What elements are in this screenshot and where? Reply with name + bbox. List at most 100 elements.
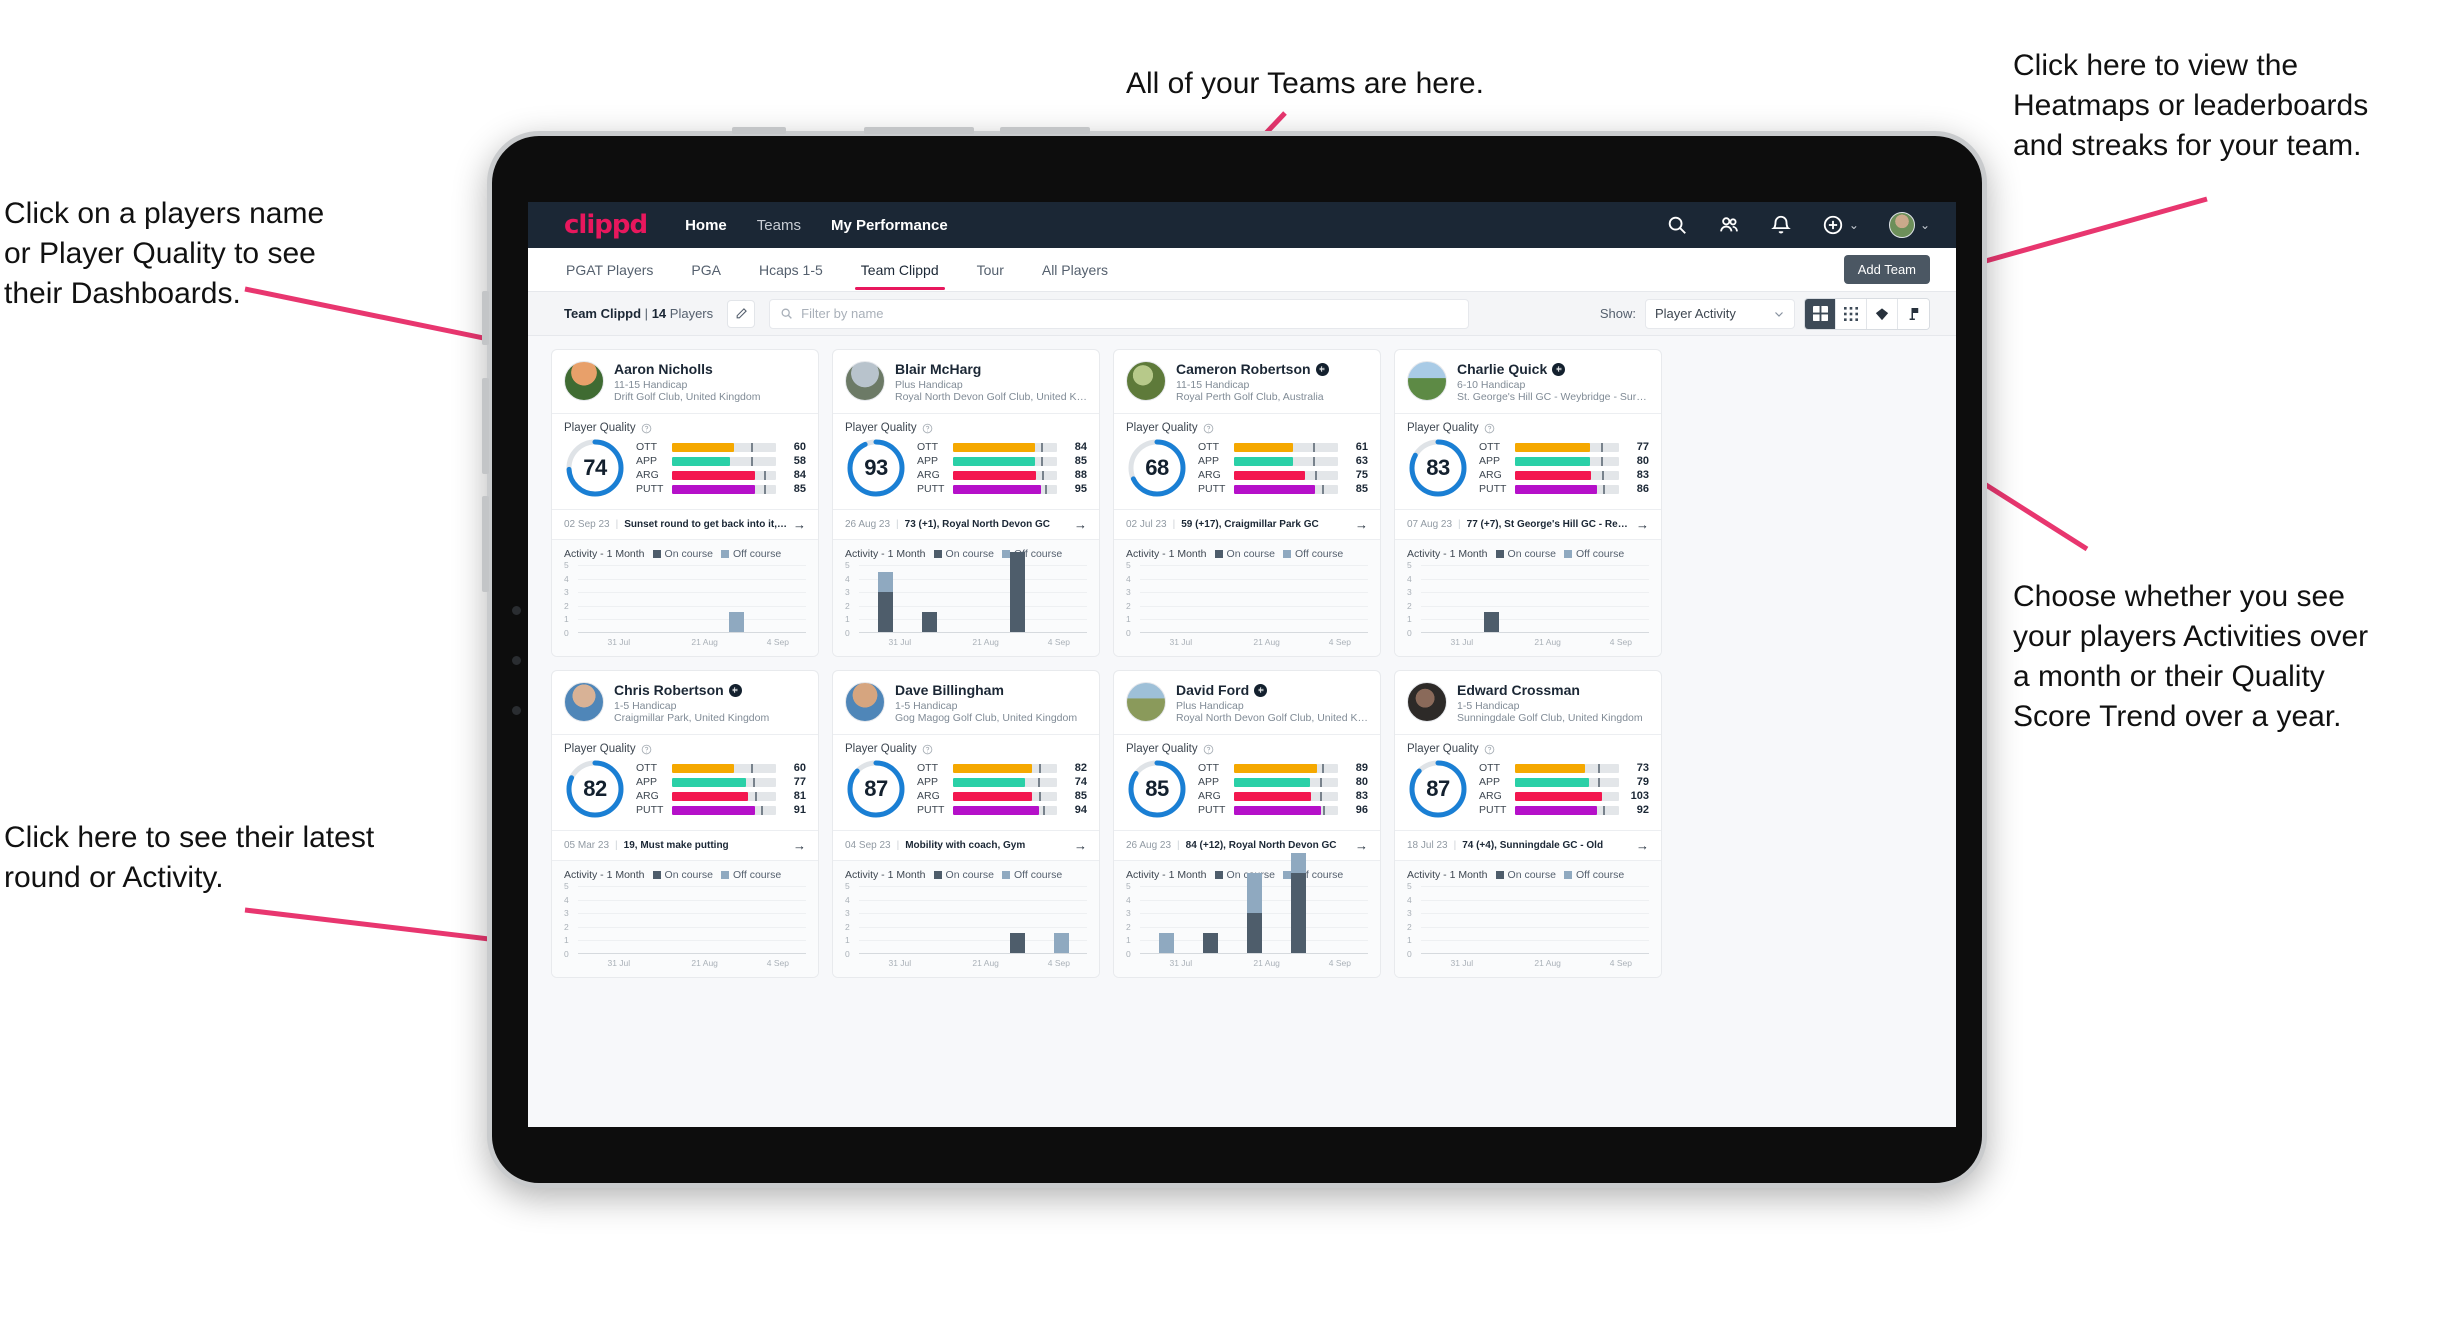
player-avatar[interactable] [845,682,885,722]
search-input-wrapper[interactable]: Filter by name [769,298,1470,329]
view-grid-dense-button[interactable] [1836,298,1867,329]
arrow-right-icon[interactable]: → [1355,517,1368,532]
round-title[interactable]: Sunset round to get back into it, F... [624,519,787,530]
help-circle-icon[interactable] [641,423,652,434]
latest-round-row[interactable]: 04 Sep 23 | Mobility with coach, Gym → [833,830,1099,860]
plus-circle-icon[interactable] [1822,214,1844,236]
arrow-right-icon[interactable]: → [1636,838,1649,853]
tab-tour[interactable]: Tour [975,250,1006,290]
round-title[interactable]: 59 (+17), Craigmillar Park GC [1181,519,1349,530]
player-name[interactable]: Blair McHarg [895,361,981,377]
arrow-right-icon[interactable]: → [793,838,806,853]
player-name[interactable]: Charlie Quick [1457,361,1547,377]
player-name[interactable]: Chris Robertson [614,682,724,698]
player-name[interactable]: David Ford [1176,682,1249,698]
player-name-row[interactable]: Edward Crossman [1457,682,1649,698]
player-quality-section[interactable]: Player Quality 83 OTT 77 APP 80 ARG 83 PUTT 86 [1395,413,1661,509]
show-select[interactable]: Player Activity [1645,298,1795,329]
arrow-right-icon[interactable]: → [1355,838,1368,853]
tab-pgat-players[interactable]: PGAT Players [564,250,655,290]
help-circle-icon[interactable] [1484,423,1495,434]
round-title[interactable]: 77 (+7), St George's Hill GC - Red... [1467,519,1630,530]
round-title[interactable]: 19, Must make putting [624,840,787,851]
tab-pga[interactable]: PGA [689,250,723,290]
player-quality-section[interactable]: Player Quality 87 OTT 73 APP 79 ARG 103 PUTT 92 [1395,734,1661,830]
player-card-header[interactable]: Dave Billingham 1-5 Handicap Gog Magog Gol… [833,671,1099,734]
player-name-row[interactable]: Dave Billingham [895,682,1087,698]
player-quality-section[interactable]: Player Quality 68 OTT 61 APP 63 ARG 75 PUTT 85 [1114,413,1380,509]
search-input[interactable]: Filter by name [801,306,883,321]
view-heatmap-button[interactable] [1867,298,1898,329]
nav-link-home[interactable]: Home [685,217,727,234]
player-quality-section[interactable]: Player Quality 74 OTT 60 APP 58 ARG 84 PUTT 85 [552,413,818,509]
player-card-header[interactable]: Edward Crossman 1-5 Handicap Sunningdale G… [1395,671,1661,734]
player-name[interactable]: Cameron Robertson [1176,361,1311,377]
round-title[interactable]: 74 (+4), Sunningdale GC - Old [1462,840,1630,851]
player-card[interactable]: Blair McHarg Plus Handicap Royal North Dev… [832,349,1100,657]
player-avatar[interactable] [1126,361,1166,401]
help-circle-icon[interactable] [1203,423,1214,434]
round-title[interactable]: Mobility with coach, Gym [905,840,1068,851]
latest-round-row[interactable]: 18 Jul 23 | 74 (+4), Sunningdale GC - Old → [1395,830,1661,860]
player-card[interactable]: Charlie Quick 6-10 Handicap St. George's H… [1394,349,1662,657]
add-team-button[interactable]: Add Team [1843,255,1930,284]
view-leaderboard-button[interactable] [1898,298,1929,329]
player-card-header[interactable]: Blair McHarg Plus Handicap Royal North Dev… [833,350,1099,413]
player-card[interactable]: David Ford Plus Handicap Royal North Devon… [1113,670,1381,978]
chevron-down-icon[interactable]: ⌄ [1849,218,1859,232]
player-card[interactable]: Edward Crossman 1-5 Handicap Sunningdale G… [1394,670,1662,978]
help-circle-icon[interactable] [641,744,652,755]
player-card-header[interactable]: Chris Robertson 1-5 Handicap Craigmillar P… [552,671,818,734]
bell-icon[interactable] [1770,214,1792,236]
add-menu[interactable]: ⌄ [1822,214,1859,236]
latest-round-row[interactable]: 02 Jul 23 | 59 (+17), Craigmillar Park GC → [1114,509,1380,539]
player-card[interactable]: Chris Robertson 1-5 Handicap Craigmillar P… [551,670,819,978]
arrow-right-icon[interactable]: → [1074,838,1087,853]
player-quality-section[interactable]: Player Quality 85 OTT 89 APP 80 ARG 83 PUTT 96 [1114,734,1380,830]
player-card[interactable]: Cameron Robertson 11-15 Handicap Royal Per… [1113,349,1381,657]
player-name-row[interactable]: Aaron Nicholls [614,361,806,377]
player-card[interactable]: Aaron Nicholls 11-15 Handicap Drift Golf C… [551,349,819,657]
player-name[interactable]: Edward Crossman [1457,682,1580,698]
view-grid-large-button[interactable] [1805,298,1836,329]
search-icon[interactable] [1666,214,1688,236]
player-avatar[interactable] [1407,682,1447,722]
player-quality-section[interactable]: Player Quality 82 OTT 60 APP 77 ARG 81 PUTT 91 [552,734,818,830]
latest-round-row[interactable]: 26 Aug 23 | 73 (+1), Royal North Devon GC → [833,509,1099,539]
nav-link-teams[interactable]: Teams [757,217,801,234]
user-menu[interactable]: ⌄ [1888,212,1930,238]
player-name-row[interactable]: David Ford [1176,682,1368,698]
player-avatar[interactable] [1126,682,1166,722]
tab-team-clippd[interactable]: Team Clippd [854,250,945,290]
chevron-down-icon[interactable]: ⌄ [1920,218,1930,232]
arrow-right-icon[interactable]: → [793,517,806,532]
latest-round-row[interactable]: 05 Mar 23 | 19, Must make putting → [552,830,818,860]
round-title[interactable]: 84 (+12), Royal North Devon GC [1186,840,1349,851]
player-name[interactable]: Aaron Nicholls [614,361,713,377]
player-avatar[interactable] [845,361,885,401]
nav-link-my-performance[interactable]: My Performance [831,217,948,234]
player-card-header[interactable]: Aaron Nicholls 11-15 Handicap Drift Golf C… [552,350,818,413]
tab-all-players[interactable]: All Players [1040,250,1110,290]
edit-team-button[interactable] [727,299,756,328]
player-quality-section[interactable]: Player Quality 87 OTT 82 APP 74 ARG 85 PUTT 94 [833,734,1099,830]
player-avatar[interactable] [1407,361,1447,401]
player-name-row[interactable]: Charlie Quick [1457,361,1649,377]
player-name-row[interactable]: Cameron Robertson [1176,361,1368,377]
help-circle-icon[interactable] [922,423,933,434]
player-card[interactable]: Dave Billingham 1-5 Handicap Gog Magog Gol… [832,670,1100,978]
clippd-logo[interactable]: clippd [564,210,648,240]
player-avatar[interactable] [564,682,604,722]
player-name-row[interactable]: Blair McHarg [895,361,1087,377]
help-circle-icon[interactable] [922,744,933,755]
latest-round-row[interactable]: 07 Aug 23 | 77 (+7), St George's Hill GC -… [1395,509,1661,539]
player-avatar[interactable] [564,361,604,401]
arrow-right-icon[interactable]: → [1636,517,1649,532]
tab-hcaps-1-5[interactable]: Hcaps 1-5 [757,250,825,290]
round-title[interactable]: 73 (+1), Royal North Devon GC [905,519,1068,530]
arrow-right-icon[interactable]: → [1074,517,1087,532]
player-name-row[interactable]: Chris Robertson [614,682,806,698]
help-circle-icon[interactable] [1484,744,1495,755]
latest-round-row[interactable]: 26 Aug 23 | 84 (+12), Royal North Devon GC… [1114,830,1380,860]
people-icon[interactable] [1718,214,1740,236]
